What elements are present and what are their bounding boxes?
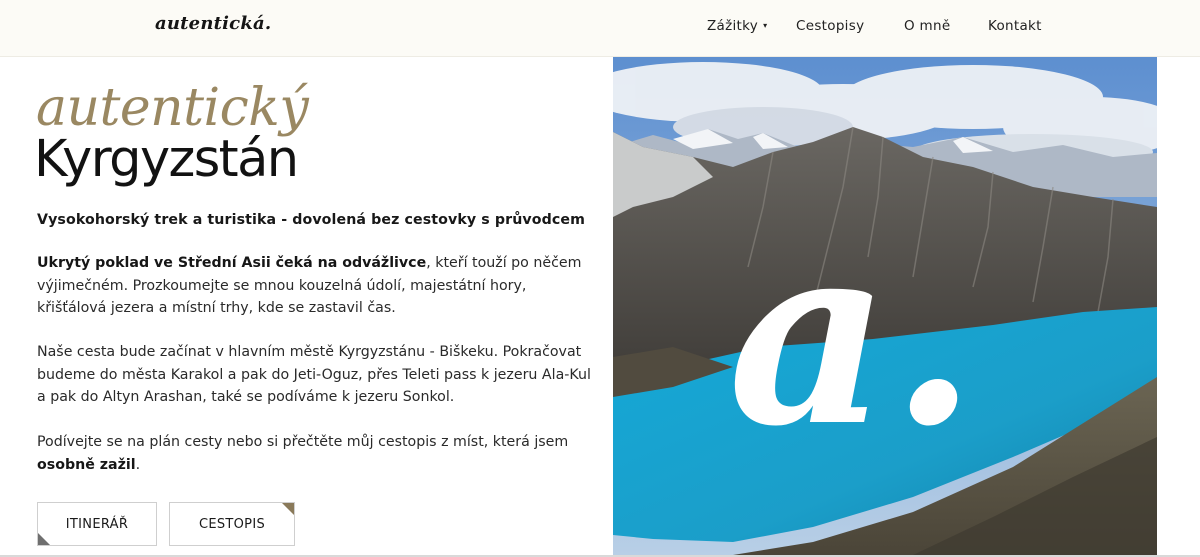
nav-item-label: Zážitky [707,18,759,34]
travelogue-button[interactable]: CESTOPIS [169,502,295,546]
corner-accent [38,533,50,545]
itinerary-button[interactable]: ITINERÁŘ [37,502,157,546]
intro-paragraph: Ukrytý poklad ve Střední Asii čeká na od… [37,252,592,320]
logo-letter-overlay: a. [728,187,977,481]
travelogue-button-label: CESTOPIS [198,516,266,532]
route-paragraph: Naše cesta bude začínat v hlavním městě … [37,344,591,405]
site-header: autentická. Zážitky ▾ Cestopisy O mně Kon… [0,0,1200,57]
hero-subtitle: Vysokohorský trek a turistika - dovolená… [37,212,585,228]
hero-image: a. [613,57,1157,555]
nav-item-o-mne[interactable]: O mně [904,18,950,34]
cta-text-end: . [135,456,141,473]
main-nav: Zážitky ▾ Cestopisy O mně Kontakt [0,18,1200,38]
nav-item-zazitky[interactable]: Zážitky ▾ [707,18,767,34]
kyrgyz-landscape-image: a. [613,57,1157,555]
page-title: Kyrgyzstán [34,130,299,189]
nav-item-cestopisy[interactable]: Cestopisy [796,18,864,34]
cta-text: Podívejte se na plán cesty nebo si přečt… [37,434,569,450]
nav-item-kontakt[interactable]: Kontakt [988,18,1042,34]
chevron-down-icon: ▾ [763,21,768,30]
cta-paragraph: Podívejte se na plán cesty nebo si přečt… [37,431,592,476]
cta-bold-text: osobně zažil [37,456,136,473]
hero-script-title: autentický [36,78,309,138]
intro-bold-text: Ukrytý poklad ve Střední Asii čeká na od… [37,255,427,271]
corner-accent [282,503,294,515]
itinerary-button-label: ITINERÁŘ [65,516,129,532]
